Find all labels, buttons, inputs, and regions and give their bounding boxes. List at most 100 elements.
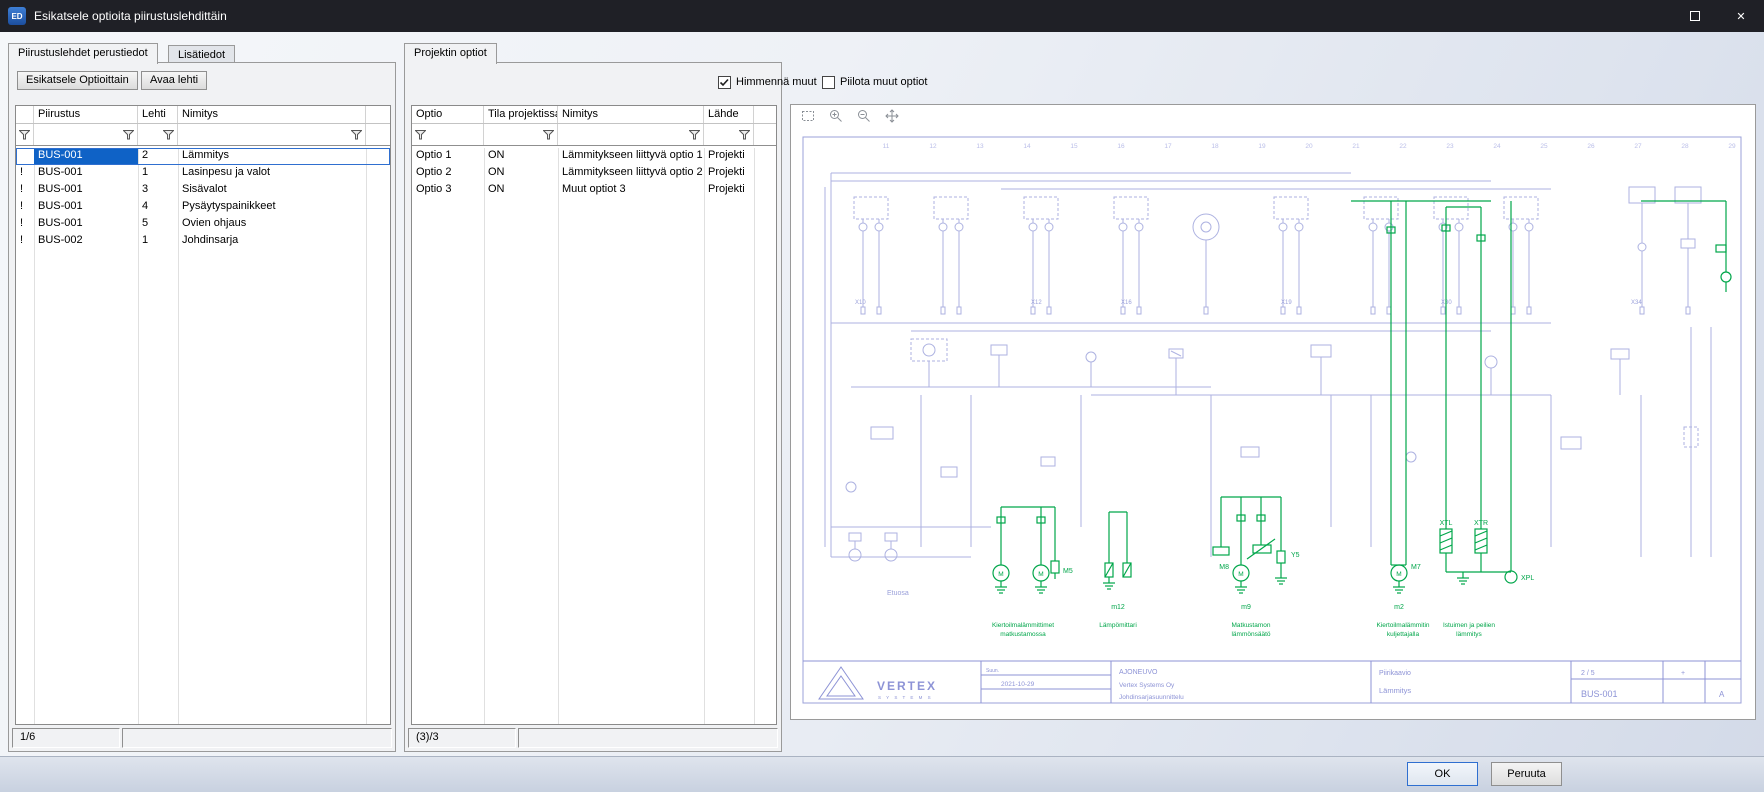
col-nimitys: Nimitys	[558, 106, 704, 123]
close-icon: ✕	[1736, 10, 1745, 23]
svg-text:kuljettajalla: kuljettajalla	[1387, 631, 1420, 638]
svg-text:X30: X30	[1441, 300, 1452, 306]
cancel-button[interactable]: Peruuta	[1491, 762, 1562, 786]
cell-tila: ON	[484, 182, 558, 199]
filter-funnel-icon[interactable]	[163, 130, 174, 140]
svg-text:matkustamossa: matkustamossa	[1000, 631, 1046, 638]
filter-cell	[412, 124, 484, 145]
svg-text:21: 21	[1352, 143, 1360, 150]
svg-text:X19: X19	[1281, 300, 1292, 306]
table-row[interactable]: ! BUS-001 4 Pysäytyspainikkeet	[16, 199, 390, 216]
svg-text:Etuosa: Etuosa	[887, 590, 909, 597]
svg-text:Vertex Systems Oy: Vertex Systems Oy	[1119, 682, 1175, 689]
sheets-table-filter-row	[16, 124, 390, 146]
table-row[interactable]: ! BUS-001 5 Ovien ohjaus	[16, 216, 390, 233]
preview-by-option-button[interactable]: Esikatsele Optioittain	[17, 71, 138, 90]
table-row[interactable]: Optio 2 ON Lämmitykseen liittyvä optio 2…	[412, 165, 776, 182]
cell-lahde: Projekti	[704, 165, 754, 182]
zoom-in-icon[interactable]	[827, 107, 845, 125]
vertex-logo-text: VERTEX	[877, 679, 937, 693]
sheets-table: Piirustus Lehti Nimitys	[15, 105, 391, 725]
cell-nimitys: Sisävalot	[178, 182, 366, 199]
cell-tila: ON	[484, 165, 558, 182]
options-count: (3)/3	[408, 728, 516, 748]
maximize-icon	[1690, 11, 1700, 21]
svg-text:Lämmitys: Lämmitys	[1379, 686, 1411, 695]
dim-others-label: Himmennä muut	[736, 76, 817, 88]
svg-text:12: 12	[929, 143, 937, 150]
tab-projektin-optiot[interactable]: Projektin optiot	[404, 43, 497, 64]
svg-text:M: M	[998, 571, 1003, 578]
cell-flag: !	[16, 182, 34, 199]
checkbox-box-unchecked	[822, 76, 835, 89]
titlebar[interactable]: ED Esikatsele optioita piirustuslehdittä…	[0, 0, 1764, 32]
statusbar-filler	[518, 728, 778, 748]
sheets-table-header: Piirustus Lehti Nimitys	[16, 106, 390, 124]
col-lahde: Lähde	[704, 106, 754, 123]
cell-lehti: 4	[138, 199, 178, 216]
filter-funnel-icon[interactable]	[415, 130, 426, 140]
svg-text:X34: X34	[1631, 300, 1642, 306]
zoom-window-icon[interactable]	[799, 107, 817, 125]
checkbox-box-checked	[718, 76, 731, 89]
filter-funnel-icon[interactable]	[351, 130, 362, 140]
preview-toolbar	[791, 105, 1755, 127]
options-table-filter-row	[412, 124, 776, 146]
filter-funnel-icon[interactable]	[543, 130, 554, 140]
sheets-table-body: BUS-001 2 Lämmitys ! BUS-001 1 Lasinpesu…	[16, 148, 390, 724]
ok-button[interactable]: OK	[1407, 762, 1478, 786]
filter-funnel-icon[interactable]	[19, 130, 30, 140]
filter-funnel-icon[interactable]	[739, 130, 750, 140]
cell-flag: !	[16, 216, 34, 233]
table-row[interactable]: Optio 1 ON Lämmitykseen liittyvä optio 1…	[412, 148, 776, 165]
sheet-ruler: 1112 1314 1516 1718 1920 2122 2324 2526 …	[883, 143, 1736, 150]
cell-lehti: 1	[138, 233, 178, 250]
cell-nimitys: Lasinpesu ja valot	[178, 165, 366, 182]
open-sheet-button[interactable]: Avaa lehti	[141, 71, 207, 90]
cell-lehti: 1	[138, 165, 178, 182]
cell-nimitys: Ovien ohjaus	[178, 216, 366, 233]
dim-others-checkbox[interactable]: Himmennä muut	[718, 74, 817, 90]
hide-others-label: Piilota muut optiot	[840, 76, 927, 88]
maximize-button[interactable]	[1672, 0, 1718, 32]
svg-text:Johdinsarjasuunnittelu: Johdinsarjasuunnittelu	[1119, 694, 1184, 701]
window-title: Esikatsele optioita piirustuslehdittäin	[34, 9, 227, 23]
tab-piirustuslehdet-perustiedot[interactable]: Piirustuslehdet perustiedot	[8, 43, 158, 64]
svg-text:16: 16	[1117, 143, 1125, 150]
svg-text:18: 18	[1211, 143, 1219, 150]
cell-nimitys: Lämmitykseen liittyvä optio 2	[558, 165, 704, 182]
check-icon	[719, 77, 730, 88]
svg-text:17: 17	[1164, 143, 1172, 150]
pan-icon[interactable]	[883, 107, 901, 125]
filter-cell	[138, 124, 178, 145]
svg-text:X16: X16	[1121, 300, 1132, 306]
filter-funnel-icon[interactable]	[123, 130, 134, 140]
cell-nimitys: Pysäytyspainikkeet	[178, 199, 366, 216]
table-row[interactable]: BUS-001 2 Lämmitys	[16, 148, 390, 165]
options-panel: Optio Tila projektissa Nimitys Lähde	[404, 62, 782, 752]
cell-nimitys: Lämmitykseen liittyvä optio 1	[558, 148, 704, 165]
cell-nimitys: Johdinsarja	[178, 233, 366, 250]
zoom-out-icon[interactable]	[855, 107, 873, 125]
filter-funnel-icon[interactable]	[689, 130, 700, 140]
table-row[interactable]: ! BUS-001 1 Lasinpesu ja valot	[16, 165, 390, 182]
cell-optio: Optio 3	[412, 182, 484, 199]
svg-text:26: 26	[1587, 143, 1595, 150]
sheets-count: 1/6	[12, 728, 120, 748]
svg-text:XTR: XTR	[1474, 520, 1488, 527]
table-row[interactable]: ! BUS-002 1 Johdinsarja	[16, 233, 390, 250]
table-row[interactable]: Optio 3 ON Muut optiot 3 Projekti	[412, 182, 776, 199]
hide-others-checkbox[interactable]: Piilota muut optiot	[822, 74, 927, 90]
svg-text:Istuimen ja peilien: Istuimen ja peilien	[1443, 622, 1495, 629]
close-button[interactable]: ✕	[1718, 0, 1764, 32]
schematic-drawing[interactable]: 1112 1314 1516 1718 1920 2122 2324 2526 …	[791, 127, 1755, 719]
svg-text:2 / 5: 2 / 5	[1581, 670, 1595, 677]
cell-lehti: 2	[138, 148, 178, 165]
svg-text:27: 27	[1634, 143, 1642, 150]
svg-text:+: +	[1681, 670, 1685, 677]
dialog-content: Piirustuslehdet perustiedot Lisätiedot E…	[0, 32, 1764, 792]
col-lehti: Lehti	[138, 106, 178, 123]
svg-text:20: 20	[1305, 143, 1313, 150]
table-row[interactable]: ! BUS-001 3 Sisävalot	[16, 182, 390, 199]
svg-text:lämmitys: lämmitys	[1456, 631, 1482, 638]
